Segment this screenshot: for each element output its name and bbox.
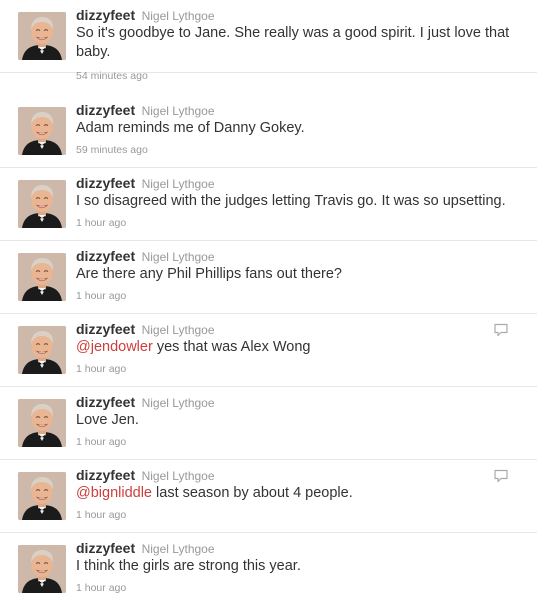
tweet-text: Are there any Phil Phillips fans out the… (76, 265, 516, 284)
tweet-meta: dizzyfeet Nigel Lythgoe (76, 467, 215, 484)
tweet-body: So it's goodbye to Jane. She really was … (76, 25, 510, 60)
tweet-meta: dizzyfeet Nigel Lythgoe (76, 175, 215, 192)
tweet-body: yes that was Alex Wong (152, 339, 311, 355)
real-name: Nigel Lythgoe (141, 396, 215, 410)
tweet-body: Adam reminds me of Danny Gokey. (76, 120, 305, 136)
timestamp-link[interactable]: 1 hour ago (76, 436, 126, 448)
timestamp-link[interactable]: 1 hour ago (76, 363, 126, 375)
real-name: Nigel Lythgoe (141, 469, 215, 483)
tweet-body: I think the girls are strong this year. (76, 558, 301, 574)
tweet-text: I so disagreed with the judges letting T… (76, 192, 516, 211)
username-link[interactable]: dizzyfeet (76, 7, 135, 23)
tweet-text: I think the girls are strong this year. (76, 557, 516, 576)
tweet-feed: dizzyfeet Nigel Lythgoe So it's goodbye … (0, 0, 537, 607)
reply-icon[interactable] (493, 469, 509, 483)
username-link[interactable]: dizzyfeet (76, 467, 135, 483)
tweet-item: dizzyfeet Nigel Lythgoe Adam reminds me … (0, 95, 537, 168)
tweet-meta: dizzyfeet Nigel Lythgoe (76, 540, 215, 557)
tweet-item: dizzyfeet Nigel Lythgoe So it's goodbye … (0, 0, 537, 82)
username-link[interactable]: dizzyfeet (76, 175, 135, 191)
timestamp-link[interactable]: 1 hour ago (76, 217, 126, 229)
username-link[interactable]: dizzyfeet (76, 102, 135, 118)
tweet-text: @bignliddle last season by about 4 peopl… (76, 484, 516, 503)
timestamp-link[interactable]: 1 hour ago (76, 582, 126, 594)
tweet-item: dizzyfeet Nigel Lythgoe I so disagreed w… (0, 168, 537, 241)
timestamp-link[interactable]: 1 hour ago (76, 509, 126, 521)
mention-link[interactable]: @jendowler (76, 339, 153, 355)
tweet-meta: dizzyfeet Nigel Lythgoe (76, 394, 215, 411)
timestamp-link[interactable]: 54 minutes ago (76, 70, 148, 82)
tweet-item: dizzyfeet Nigel Lythgoe I think the girl… (0, 533, 537, 607)
mention-link[interactable]: @bignliddle (76, 485, 152, 501)
avatar[interactable] (18, 326, 66, 374)
username-link[interactable]: dizzyfeet (76, 321, 135, 337)
avatar[interactable] (18, 180, 66, 228)
tweet-item: dizzyfeet Nigel Lythgoe @bignliddle last… (0, 460, 537, 533)
avatar[interactable] (18, 472, 66, 520)
avatar[interactable] (18, 253, 66, 301)
real-name: Nigel Lythgoe (141, 104, 215, 118)
real-name: Nigel Lythgoe (141, 9, 215, 23)
timestamp-link[interactable]: 1 hour ago (76, 290, 126, 302)
real-name: Nigel Lythgoe (141, 177, 215, 191)
tweet-item: dizzyfeet Nigel Lythgoe Are there any Ph… (0, 241, 537, 314)
avatar[interactable] (18, 12, 66, 60)
tweet-text: Love Jen. (76, 411, 516, 430)
avatar[interactable] (18, 399, 66, 447)
tweet-text: So it's goodbye to Jane. She really was … (76, 24, 516, 62)
timestamp-link[interactable]: 59 minutes ago (76, 144, 148, 156)
tweet-text: @jendowler yes that was Alex Wong (76, 338, 516, 357)
tweet-body: Are there any Phil Phillips fans out the… (76, 266, 342, 282)
tweet-meta: dizzyfeet Nigel Lythgoe (76, 7, 215, 24)
real-name: Nigel Lythgoe (141, 250, 215, 264)
avatar[interactable] (18, 107, 66, 155)
tweet-item: dizzyfeet Nigel Lythgoe @jendowler yes t… (0, 314, 537, 387)
tweet-body: last season by about 4 people. (152, 485, 353, 501)
username-link[interactable]: dizzyfeet (76, 248, 135, 264)
tweet-meta: dizzyfeet Nigel Lythgoe (76, 102, 215, 119)
tweet-item: dizzyfeet Nigel Lythgoe Love Jen. 1 hour… (0, 387, 537, 460)
username-link[interactable]: dizzyfeet (76, 394, 135, 410)
real-name: Nigel Lythgoe (141, 323, 215, 337)
username-link[interactable]: dizzyfeet (76, 540, 135, 556)
tweet-meta: dizzyfeet Nigel Lythgoe (76, 321, 215, 338)
tweet-text: Adam reminds me of Danny Gokey. (76, 119, 516, 138)
tweet-body: Love Jen. (76, 412, 139, 428)
reply-icon[interactable] (493, 323, 509, 337)
tweet-body: I so disagreed with the judges letting T… (76, 193, 506, 209)
tweet-meta: dizzyfeet Nigel Lythgoe (76, 248, 215, 265)
real-name: Nigel Lythgoe (141, 542, 215, 556)
avatar[interactable] (18, 545, 66, 593)
